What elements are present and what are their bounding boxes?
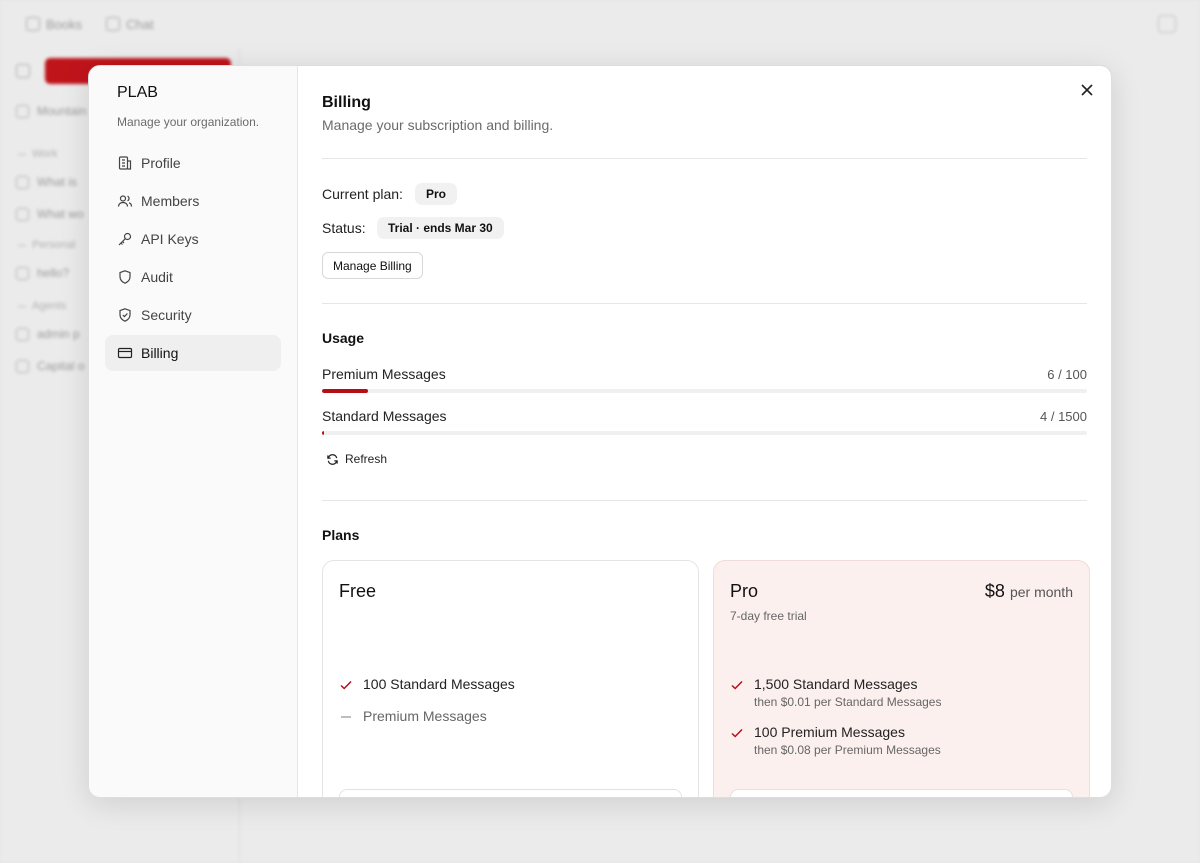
plan-card-pro[interactable]: Pro $8 per month 7-day free trial 1,500 … bbox=[713, 560, 1090, 797]
usage-standard-value: 4 / 1500 bbox=[1040, 409, 1087, 424]
chat-icon bbox=[16, 175, 29, 189]
settings-nav: Profile Members API Keys Audit Security … bbox=[105, 145, 281, 373]
background-item: What wo bbox=[16, 207, 84, 221]
usage-heading: Usage bbox=[322, 330, 365, 346]
book-icon bbox=[26, 17, 40, 31]
status-badge: Trial · ends Mar 30 bbox=[377, 217, 504, 239]
sidebar-item-label: API Keys bbox=[141, 231, 199, 247]
divider bbox=[322, 303, 1087, 304]
plan-free-button[interactable] bbox=[339, 789, 682, 797]
shield-check-icon bbox=[119, 308, 131, 322]
chat-icon bbox=[16, 266, 29, 280]
chat-icon bbox=[16, 359, 29, 373]
refresh-icon bbox=[327, 453, 338, 465]
shield-icon bbox=[119, 270, 131, 284]
background-settings-icon bbox=[1158, 15, 1176, 33]
sidebar-item-profile[interactable]: Profile bbox=[105, 145, 281, 181]
background-item: Capital o bbox=[16, 359, 84, 373]
plan-feature: Premium Messages bbox=[339, 708, 487, 724]
usage-standard-bar bbox=[322, 431, 1087, 435]
plan-name: Free bbox=[339, 581, 377, 601]
org-name: PLAB bbox=[117, 84, 158, 101]
page-subtitle: Manage your subscription and billing. bbox=[322, 117, 554, 133]
users-icon bbox=[117, 195, 133, 207]
chat-icon bbox=[16, 327, 29, 341]
background-tab-books: Books bbox=[26, 17, 82, 32]
page-title: Billing bbox=[322, 94, 371, 111]
sidebar-item-billing[interactable]: Billing bbox=[105, 335, 281, 371]
organization-settings-modal: PLAB Manage your organization. Profile M… bbox=[88, 65, 1112, 798]
divider bbox=[322, 158, 1087, 159]
sidebar-item-label: Profile bbox=[141, 155, 181, 171]
plans-heading: Plans bbox=[322, 527, 360, 543]
current-plan-label: Current plan: bbox=[322, 186, 403, 202]
close-icon[interactable] bbox=[1077, 80, 1097, 100]
check-icon bbox=[731, 728, 743, 738]
check-icon bbox=[340, 680, 352, 690]
sidebar-item-label: Members bbox=[141, 193, 200, 209]
background-item: hello? bbox=[16, 266, 69, 280]
divider bbox=[322, 500, 1087, 501]
settings-sidebar: PLAB Manage your organization. Profile M… bbox=[89, 66, 298, 797]
check-icon bbox=[731, 680, 743, 690]
background-topbar: Books Chat bbox=[0, 0, 1200, 48]
sidebar-item-api-keys[interactable]: API Keys bbox=[105, 221, 281, 257]
usage-premium-value: 6 / 100 bbox=[1047, 367, 1087, 382]
background-item: admin p bbox=[16, 327, 80, 341]
sidebar-item-members[interactable]: Members bbox=[105, 183, 281, 219]
refresh-label: Refresh bbox=[345, 452, 388, 466]
sidebar-item-label: Audit bbox=[141, 269, 173, 285]
usage-standard-label: Standard Messages bbox=[322, 408, 447, 424]
usage-premium-bar-fill bbox=[322, 389, 368, 393]
plan-card-free[interactable]: Free 100 Standard Messages Premium Messa… bbox=[322, 560, 699, 797]
plan-price: $8 per month bbox=[984, 581, 1073, 601]
background-section-agents: Agents bbox=[18, 300, 66, 312]
usage-premium-bar bbox=[322, 389, 1087, 393]
sidebar-item-label: Security bbox=[141, 307, 192, 323]
background-section-work: Work bbox=[18, 148, 57, 160]
menu-icon bbox=[16, 64, 30, 78]
background-tab-chat: Chat bbox=[106, 17, 154, 32]
building-icon bbox=[118, 156, 132, 170]
plan-feature: 1,500 Standard Messages then $0.01 per S… bbox=[730, 676, 941, 709]
sidebar-item-label: Billing bbox=[141, 345, 179, 361]
plan-feature: 100 Premium Messages then $0.08 per Prem… bbox=[730, 724, 941, 757]
sidebar-item-audit[interactable]: Audit bbox=[105, 259, 281, 295]
chat-icon bbox=[106, 17, 121, 31]
sidebar-item-security[interactable]: Security bbox=[105, 297, 281, 333]
usage-standard-bar-fill bbox=[322, 431, 325, 435]
usage-premium-label: Premium Messages bbox=[322, 366, 446, 382]
chat-icon bbox=[16, 207, 29, 221]
plan-name: Pro bbox=[730, 581, 759, 601]
dash-icon bbox=[341, 716, 351, 718]
refresh-button[interactable]: Refresh bbox=[326, 452, 387, 466]
plan-trial-note: 7-day free trial bbox=[730, 609, 807, 623]
background-workspace: Mountain bbox=[16, 104, 86, 118]
plan-feature: 100 Standard Messages bbox=[339, 676, 515, 692]
current-plan-badge: Pro bbox=[415, 183, 458, 205]
background-section-personal: Personal bbox=[18, 239, 75, 251]
background-item: What is bbox=[16, 175, 77, 189]
globe-icon bbox=[16, 104, 29, 118]
billing-panel: Billing Manage your subscription and bil… bbox=[298, 66, 1111, 797]
credit-card-icon bbox=[117, 347, 133, 359]
key-icon bbox=[118, 232, 132, 246]
plan-pro-button[interactable] bbox=[730, 789, 1073, 797]
status-label: Status: bbox=[322, 220, 366, 236]
manage-billing-button[interactable]: Manage Billing bbox=[322, 252, 423, 279]
org-subtitle: Manage your organization. bbox=[117, 115, 260, 129]
